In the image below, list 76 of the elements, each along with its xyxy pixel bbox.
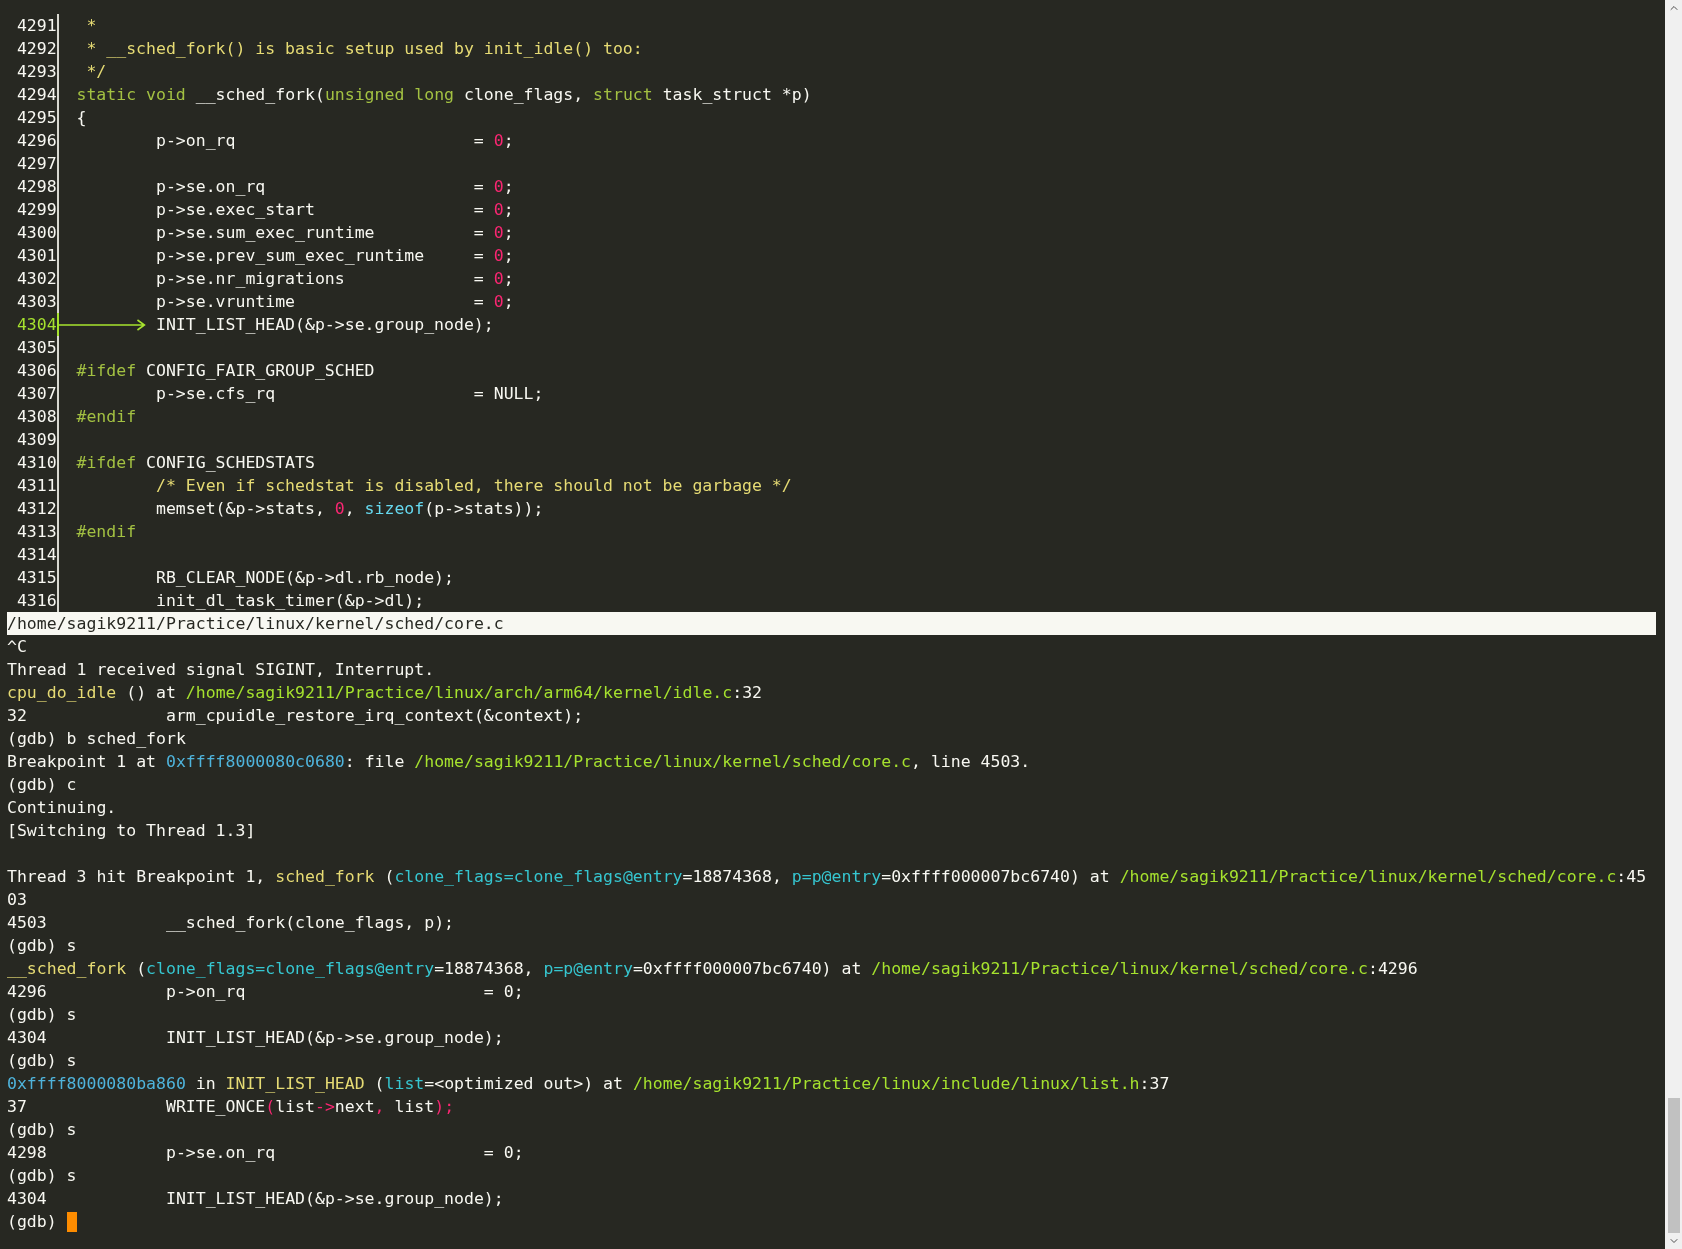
line-number: 4295 [15, 107, 57, 129]
line-number: 4308 [15, 406, 57, 428]
line-number: 4301 [15, 245, 57, 267]
line-number: 4300 [15, 222, 57, 244]
line-number: 4305 [15, 337, 57, 359]
line-number: 4315 [15, 567, 57, 589]
line-number: 4293 [15, 61, 57, 83]
code-line: { [76, 107, 87, 129]
console-line: (gdb) [7, 1211, 58, 1233]
code-line: p->se.cfs_rq = NULL; [154, 383, 544, 405]
line-number: 4309 [15, 429, 57, 451]
code-line: * [85, 15, 97, 37]
file-path-bar: /home/sagik9211/Practice/linux/kernel/sched/core.c [7, 612, 1656, 635]
line-number: 4292 [15, 38, 57, 60]
console-line: 03 [7, 889, 27, 911]
console-line: (gdb) c [7, 774, 77, 796]
console-line: __sched_fork (clone_flags=clone_flags@entry=18874368, p=p@entry=0xffff000007bc6740) at /home/sagik9211/Practice/linux/kernel/sched/core.c:4296 [7, 958, 1418, 980]
console-line: 4296 p->on_rq = 0; [7, 981, 524, 1003]
line-number: 4297 [15, 153, 57, 175]
code-line: #endif [76, 406, 137, 428]
line-number: 4302 [15, 268, 57, 290]
line-number: 4303 [15, 291, 57, 313]
scrollbar-thumb[interactable] [1667, 1098, 1680, 1233]
line-number: 4316 [15, 590, 57, 612]
line-number: 4291 [15, 15, 57, 37]
console-line: [Switching to Thread 1.3] [7, 820, 256, 842]
code-line: #ifdef CONFIG_SCHEDSTATS [76, 452, 315, 474]
code-line: p->se.exec_start = 0; [154, 199, 514, 221]
console-line: 4304 INIT_LIST_HEAD(&p->se.group_node); [7, 1027, 504, 1049]
line-number: 4307 [15, 383, 57, 405]
code-line: INIT_LIST_HEAD(&p->se.group_node); [154, 314, 494, 336]
code-line: * __sched_fork() is basic setup used by init_idle() too: [85, 38, 643, 60]
console-line: ^C [7, 636, 27, 658]
code-line: memset(&p->stats, 0, sizeof(p->stats)); [154, 498, 544, 520]
line-number: 4294 [15, 84, 57, 106]
code-line: p->se.vruntime = 0; [154, 291, 514, 313]
console-line: Breakpoint 1 at 0xffff8000080c0680: file /home/sagik9211/Practice/linux/kernel/sched/core.c, line 4503. [7, 751, 1031, 773]
console-line: cpu_do_idle () at /home/sagik9211/Practice/linux/arch/arm64/kernel/idle.c:32 [7, 682, 762, 704]
console-line: 0xffff8000080ba860 in INIT_LIST_HEAD (list=<optimized out>) at /home/sagik9211/Practice/linux/include/linux/list.h:37 [7, 1073, 1170, 1095]
console-line: 4304 INIT_LIST_HEAD(&p->se.group_node); [7, 1188, 504, 1210]
code-line: /* Even if schedstat is disabled, there should not be garbage */ [154, 475, 792, 497]
code-line: #endif [76, 521, 137, 543]
line-number: 4310 [15, 452, 57, 474]
console-line: (gdb) s [7, 1165, 77, 1187]
line-number: 4299 [15, 199, 57, 221]
console-line: 4503 __sched_fork(clone_flags, p); [7, 912, 455, 934]
code-line: RB_CLEAR_NODE(&p->dl.rb_node); [154, 567, 454, 589]
code-line: static void __sched_fork(unsigned long clone_flags, struct task_struct *p) [76, 84, 812, 106]
line-number: 4296 [15, 130, 57, 152]
console-line: Continuing. [7, 797, 117, 819]
line-number: 4313 [15, 521, 57, 543]
console-line: 37 WRITE_ONCE(list->next, list); [7, 1096, 455, 1118]
line-number: 4312 [15, 498, 57, 520]
console-line: 4298 p->se.on_rq = 0; [7, 1142, 524, 1164]
line-number: 4306 [15, 360, 57, 382]
line-number: 4311 [15, 475, 57, 497]
line-number: 4304 [15, 314, 57, 336]
line-number: 4298 [15, 176, 57, 198]
line-number: 4314 [15, 544, 57, 566]
code-line: #ifdef CONFIG_FAIR_GROUP_SCHED [76, 360, 375, 382]
scrollbar-track[interactable] [1665, 0, 1682, 1249]
code-line: init_dl_task_timer(&p->dl); [154, 590, 425, 612]
console-line: Thread 1 received signal SIGINT, Interrupt. [7, 659, 435, 681]
code-line: p->se.sum_exec_runtime = 0; [154, 222, 514, 244]
console-line: (gdb) s [7, 1050, 77, 1072]
console-line: 32 arm_cpuidle_restore_irq_context(&context); [7, 705, 584, 727]
console-line: (gdb) b sched_fork [7, 728, 186, 750]
code-line: p->se.prev_sum_exec_runtime = 0; [154, 245, 514, 267]
console-line: Thread 3 hit Breakpoint 1, sched_fork (clone_flags=clone_flags@entry=18874368, p=p@entry=0xffff000007bc6740) at /home/sagik9211/Practice/linux/kernel/sched/core.c:45 [7, 866, 1647, 888]
code-line: p->se.on_rq = 0; [154, 176, 514, 198]
console-line: (gdb) s [7, 935, 77, 957]
code-line: p->se.nr_migrations = 0; [154, 268, 514, 290]
code-line: p->on_rq = 0; [154, 130, 514, 152]
console-line: (gdb) s [7, 1004, 77, 1026]
console-line: (gdb) s [7, 1119, 77, 1141]
code-line: */ [85, 61, 107, 83]
